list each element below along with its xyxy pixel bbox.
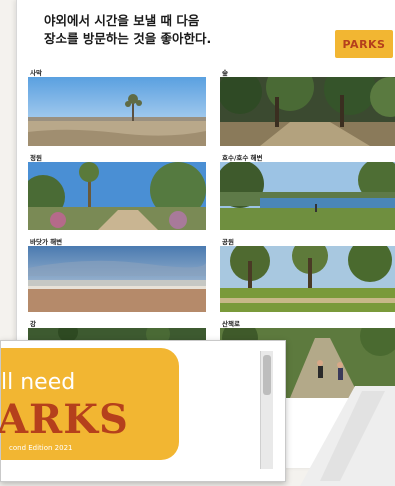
label-trail: 산책로: [222, 320, 240, 328]
decorative-shape: [300, 386, 395, 486]
scrollbar-thumb[interactable]: [263, 355, 271, 395]
label-garden: 정원: [30, 154, 42, 162]
logo-text: PARKS: [342, 37, 386, 51]
card-title: ARKS: [0, 396, 129, 443]
card-subtitle: cond Edition 2021: [9, 444, 73, 452]
park-photo[interactable]: [220, 246, 395, 312]
garden-photo[interactable]: [28, 162, 206, 230]
beach-photo[interactable]: [28, 246, 206, 312]
parks-cover-card[interactable]: ll need ARKS cond Edition 2021: [0, 340, 286, 482]
label-forest: 숲: [222, 69, 228, 77]
forest-photo[interactable]: [220, 77, 395, 146]
label-park: 공원: [222, 238, 234, 246]
question-text: 야외에서 시간을 보낼 때 다음 장소를 방문하는 것을 좋아한다.: [44, 12, 314, 48]
label-river: 강: [30, 320, 36, 328]
card-banner: ll need ARKS cond Edition 2021: [0, 348, 179, 460]
card-scrollbar[interactable]: [260, 351, 273, 469]
lake-photo[interactable]: [220, 162, 395, 230]
parks-logo: PARKS: [335, 30, 393, 58]
question-line-1: 야외에서 시간을 보낼 때 다음: [44, 13, 200, 28]
label-beach: 바닷가 해변: [30, 238, 63, 246]
label-desert: 사막: [30, 69, 42, 77]
desert-photo[interactable]: [28, 77, 206, 146]
question-line-2: 장소를 방문하는 것을 좋아한다.: [44, 31, 212, 46]
label-lake: 호수/호수 해변: [222, 154, 263, 162]
card-line-1: ll need: [1, 370, 76, 395]
